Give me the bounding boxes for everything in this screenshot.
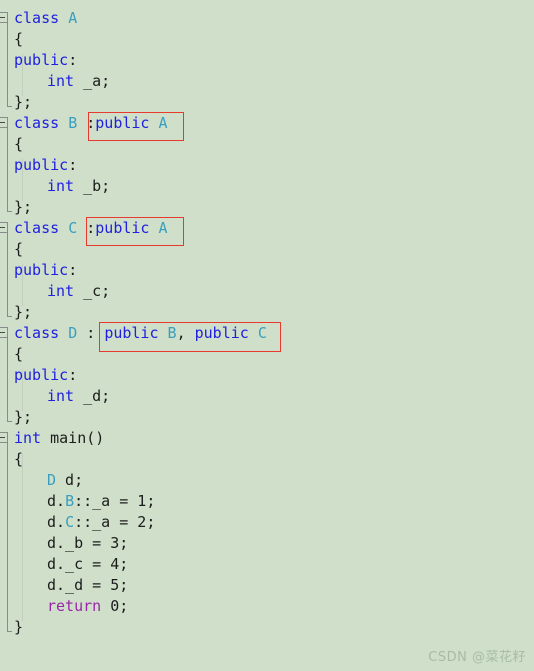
code-token: }; xyxy=(14,408,33,426)
code-token: { xyxy=(14,450,24,468)
code-line[interactable]: class C :public A xyxy=(14,218,168,239)
code-token: : xyxy=(68,51,78,69)
code-token: A xyxy=(158,219,168,237)
code-line[interactable]: public: xyxy=(14,50,77,71)
code-token: public xyxy=(14,261,69,279)
code-token: public xyxy=(104,324,168,342)
code-token: B xyxy=(65,492,75,510)
code-token: class xyxy=(14,219,69,237)
code-line[interactable]: d.B::_a = 1; xyxy=(47,491,155,512)
code-token: { xyxy=(14,30,24,48)
code-line[interactable]: { xyxy=(14,134,23,155)
code-token: }; xyxy=(14,93,33,111)
code-line[interactable]: class B :public A xyxy=(14,113,168,134)
code-line[interactable]: class A xyxy=(14,8,77,29)
code-token: D xyxy=(68,324,78,342)
code-token: d._c = 4; xyxy=(47,555,129,573)
code-token: C xyxy=(65,513,75,531)
code-line[interactable]: return 0; xyxy=(47,596,128,617)
code-token: public xyxy=(14,366,69,384)
code-token: int xyxy=(47,177,84,195)
code-token: public xyxy=(194,324,258,342)
code-line[interactable]: { xyxy=(14,29,23,50)
code-line[interactable]: d._c = 4; xyxy=(47,554,128,575)
code-line[interactable]: }; xyxy=(14,197,32,218)
code-token: _d; xyxy=(83,387,111,405)
code-token: _c; xyxy=(83,282,111,300)
code-token: : xyxy=(77,219,96,237)
code-line[interactable]: int _c; xyxy=(47,281,110,302)
code-token: _a; xyxy=(83,72,111,90)
code-token: : xyxy=(68,366,78,384)
code-token: class xyxy=(14,114,69,132)
code-token: d. xyxy=(47,513,66,531)
code-token: public xyxy=(14,51,69,69)
code-token: int xyxy=(47,387,84,405)
code-token: C xyxy=(257,324,267,342)
code-line[interactable]: int _b; xyxy=(47,176,110,197)
code-token: 0; xyxy=(101,597,129,615)
code-line[interactable]: { xyxy=(14,449,23,470)
code-line[interactable]: d._d = 5; xyxy=(47,575,128,596)
code-line[interactable]: public: xyxy=(14,365,77,386)
code-line[interactable]: public: xyxy=(14,155,77,176)
code-line[interactable]: public: xyxy=(14,260,77,281)
code-token: { xyxy=(14,135,24,153)
code-token: main() xyxy=(50,429,105,447)
code-token: B xyxy=(68,114,78,132)
csdn-watermark: CSDN @菜花籽 xyxy=(428,650,526,665)
code-token: }; xyxy=(14,303,33,321)
code-token: int xyxy=(14,429,51,447)
code-line[interactable]: { xyxy=(14,344,23,365)
code-line[interactable]: class D : public B, public C xyxy=(14,323,267,344)
code-line[interactable]: int _d; xyxy=(47,386,110,407)
code-token: d._d = 5; xyxy=(47,576,129,594)
code-line[interactable]: int main() xyxy=(14,428,104,449)
code-token: public xyxy=(14,156,69,174)
code-token: } xyxy=(14,618,24,636)
code-line[interactable]: { xyxy=(14,239,23,260)
code-token: d; xyxy=(56,471,84,489)
code-token: { xyxy=(14,240,24,258)
code-token: : xyxy=(68,156,78,174)
code-line[interactable]: } xyxy=(14,617,23,638)
code-line[interactable]: }; xyxy=(14,92,32,113)
code-token: : xyxy=(77,324,105,342)
code-token: int xyxy=(47,72,84,90)
code-token: ::_a = 1; xyxy=(74,492,156,510)
code-token: _b; xyxy=(83,177,111,195)
code-token: : xyxy=(77,114,96,132)
code-line[interactable]: int _a; xyxy=(47,71,110,92)
code-token: public xyxy=(95,114,159,132)
code-text-layer[interactable]: class A{public: int _a;}; class B :public … xyxy=(0,0,534,671)
code-token: d._b = 3; xyxy=(47,534,129,552)
code-line[interactable]: }; xyxy=(14,302,32,323)
code-token: C xyxy=(68,219,78,237)
code-token: class xyxy=(14,324,69,342)
code-token: int xyxy=(47,282,84,300)
code-token: d. xyxy=(47,492,66,510)
code-token: : xyxy=(68,261,78,279)
code-token: , xyxy=(176,324,195,342)
code-line[interactable]: d._b = 3; xyxy=(47,533,128,554)
code-token: { xyxy=(14,345,24,363)
code-token: }; xyxy=(14,198,33,216)
code-token: A xyxy=(68,9,78,27)
code-token: class xyxy=(14,9,69,27)
code-token: A xyxy=(158,114,168,132)
code-token: return xyxy=(47,597,102,615)
code-line[interactable]: d.C::_a = 2; xyxy=(47,512,155,533)
code-token: D xyxy=(47,471,57,489)
code-editor-viewport: class A{public: int _a;}; class B :public … xyxy=(0,0,534,671)
code-line[interactable]: }; xyxy=(14,407,32,428)
code-token: public xyxy=(95,219,159,237)
code-token: B xyxy=(167,324,177,342)
code-token: ::_a = 2; xyxy=(74,513,156,531)
code-line[interactable]: D d; xyxy=(47,470,83,491)
